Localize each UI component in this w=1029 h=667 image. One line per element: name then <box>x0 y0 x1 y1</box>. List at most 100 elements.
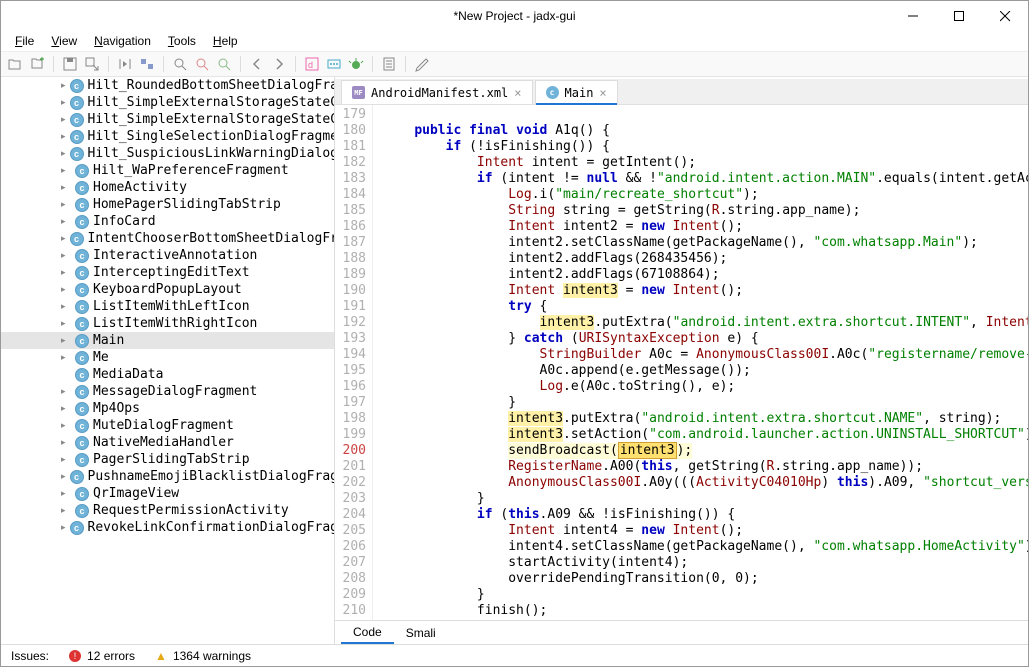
flatten-icon[interactable] <box>139 56 155 72</box>
expand-arrow-icon[interactable]: ▸ <box>61 267 71 278</box>
tree-item[interactable]: ▸cPagerSlidingTabStrip <box>1 451 334 468</box>
tree-item[interactable]: ▸cPushnameEmojiBlacklistDialogFragment <box>1 468 334 485</box>
expand-arrow-icon[interactable]: ▸ <box>61 420 71 431</box>
tree-item[interactable]: ▸cInteractiveAnnotation <box>1 247 334 264</box>
code-line[interactable]: Intent intent3 = new Intent(); <box>383 283 1028 299</box>
tree-item[interactable]: ▸cRequestPermissionActivity <box>1 502 334 519</box>
close-tab-icon[interactable]: × <box>514 86 521 100</box>
code-line[interactable]: } <box>383 619 1028 620</box>
code-line[interactable]: intent4.setClassName(getPackageName(), "… <box>383 539 1028 555</box>
expand-arrow-icon[interactable]: ▸ <box>61 437 71 448</box>
code-line[interactable] <box>383 107 1028 123</box>
tree-item[interactable]: ▸cHomeActivity <box>1 179 334 196</box>
code-line[interactable]: Log.e(A0c.toString(), e); <box>383 379 1028 395</box>
editor-tab[interactable]: cMain× <box>535 80 618 104</box>
open-icon[interactable] <box>7 56 23 72</box>
expand-arrow-icon[interactable]: ▸ <box>61 301 71 312</box>
code-line[interactable]: A0c.append(e.getMessage()); <box>383 363 1028 379</box>
expand-arrow-icon[interactable]: ▸ <box>61 454 71 465</box>
errors-count[interactable]: !12 errors <box>69 649 135 663</box>
settings-icon[interactable] <box>414 56 430 72</box>
code-line[interactable]: public final void A1q() { <box>383 123 1028 139</box>
expand-arrow-icon[interactable]: ▸ <box>61 233 66 244</box>
tree-item[interactable]: ▸cHilt_WaPreferenceFragment <box>1 162 334 179</box>
code-line[interactable]: intent2.addFlags(268435456); <box>383 251 1028 267</box>
expand-arrow-icon[interactable]: ▸ <box>61 505 71 516</box>
save-icon[interactable] <box>62 56 78 72</box>
code-line[interactable]: if (!isFinishing()) { <box>383 139 1028 155</box>
code-line[interactable]: intent3.putExtra("android.intent.extra.s… <box>383 315 1028 331</box>
code-line[interactable]: try { <box>383 299 1028 315</box>
expand-arrow-icon[interactable]: ▸ <box>61 199 71 210</box>
menu-file[interactable]: File <box>7 32 42 50</box>
close-tab-icon[interactable]: × <box>599 86 606 100</box>
search-comment-icon[interactable] <box>216 56 232 72</box>
code-line[interactable]: AnonymousClass00I.A0y(((ActivityC04010Hp… <box>383 475 1028 491</box>
tree-item[interactable]: ▸cIntentChooserBottomSheetDialogFragment <box>1 230 334 247</box>
search-icon[interactable] <box>172 56 188 72</box>
code-line[interactable]: intent3.putExtra("android.intent.extra.s… <box>383 411 1028 427</box>
tree-item[interactable]: ▸cKeyboardPopupLayout <box>1 281 334 298</box>
expand-arrow-icon[interactable]: ▸ <box>61 403 71 414</box>
code-line[interactable]: intent2.setClassName(getPackageName(), "… <box>383 235 1028 251</box>
tree-item[interactable]: ▸cHilt_SimpleExternalStorageStateCallbac… <box>1 94 334 111</box>
bottom-tab-smali[interactable]: Smali <box>394 623 448 643</box>
search-class-icon[interactable] <box>194 56 210 72</box>
tree-item[interactable]: ▸cQrImageView <box>1 485 334 502</box>
expand-arrow-icon[interactable]: ▸ <box>61 148 66 159</box>
bottom-tab-code[interactable]: Code <box>341 622 394 644</box>
tree-item[interactable]: ▸cHilt_RoundedBottomSheetDialogFragment <box>1 77 334 94</box>
menu-tools[interactable]: Tools <box>160 32 204 50</box>
expand-arrow-icon[interactable]: ▸ <box>61 114 66 125</box>
close-button[interactable] <box>982 1 1028 31</box>
code-line[interactable]: intent2.addFlags(67108864); <box>383 267 1028 283</box>
tree-item[interactable]: ▸cMuteDialogFragment <box>1 417 334 434</box>
expand-arrow-icon[interactable]: ▸ <box>61 216 71 227</box>
expand-arrow-icon[interactable]: ▸ <box>61 250 71 261</box>
code-line[interactable]: String string = getString(R.string.app_n… <box>383 203 1028 219</box>
quark-icon[interactable] <box>326 56 342 72</box>
tree-item[interactable]: ▸cNativeMediaHandler <box>1 434 334 451</box>
menu-navigation[interactable]: Navigation <box>86 32 159 50</box>
tree-item[interactable]: ▸cInfoCard <box>1 213 334 230</box>
tree-item[interactable]: ▸cMp4Ops <box>1 400 334 417</box>
log-icon[interactable] <box>381 56 397 72</box>
code-line[interactable]: StringBuilder A0c = AnonymousClass00I.A0… <box>383 347 1028 363</box>
tree-item[interactable]: ▸cMe <box>1 349 334 366</box>
debug-icon[interactable] <box>348 56 364 72</box>
tree-item[interactable]: cMediaData <box>1 366 334 383</box>
expand-arrow-icon[interactable]: ▸ <box>61 97 66 108</box>
tree-item[interactable]: ▸cHilt_SingleSelectionDialogFragment <box>1 128 334 145</box>
export-icon[interactable] <box>84 56 100 72</box>
warnings-count[interactable]: ▲1364 warnings <box>155 649 251 663</box>
expand-arrow-icon[interactable]: ▸ <box>61 131 66 142</box>
tree-item[interactable]: ▸cHilt_SuspiciousLinkWarningDialogFragme… <box>1 145 334 162</box>
add-files-icon[interactable] <box>29 56 45 72</box>
code-line[interactable]: } <box>383 587 1028 603</box>
tree-item[interactable]: ▸cListItemWithRightIcon <box>1 315 334 332</box>
tree-item[interactable]: ▸cInterceptingEditText <box>1 264 334 281</box>
expand-arrow-icon[interactable]: ▸ <box>61 284 71 295</box>
code-line[interactable]: } <box>383 395 1028 411</box>
code-line[interactable]: Intent intent = getIntent(); <box>383 155 1028 171</box>
expand-arrow-icon[interactable]: ▸ <box>61 352 71 363</box>
code-line[interactable]: Intent intent2 = new Intent(); <box>383 219 1028 235</box>
expand-arrow-icon[interactable]: ▸ <box>61 522 66 533</box>
code-line[interactable]: RegisterName.A00(this, getString(R.strin… <box>383 459 1028 475</box>
expand-arrow-icon[interactable]: ▸ <box>61 182 71 193</box>
expand-arrow-icon[interactable]: ▸ <box>61 471 66 482</box>
code-line[interactable]: overridePendingTransition(0, 0); <box>383 571 1028 587</box>
code-line[interactable]: finish(); <box>383 603 1028 619</box>
expand-arrow-icon[interactable]: ▸ <box>61 80 66 91</box>
deobf-icon[interactable]: d <box>304 56 320 72</box>
code-line[interactable]: intent3.setAction("com.android.launcher.… <box>383 427 1028 443</box>
tree-item[interactable]: ▸cHomePagerSlidingTabStrip <box>1 196 334 213</box>
forward-icon[interactable] <box>271 56 287 72</box>
expand-arrow-icon[interactable]: ▸ <box>61 488 71 499</box>
code-line[interactable]: } <box>383 491 1028 507</box>
tree-item[interactable]: ▸cListItemWithLeftIcon <box>1 298 334 315</box>
editor-tab[interactable]: MFAndroidManifest.xml× <box>341 80 533 104</box>
expand-arrow-icon[interactable]: ▸ <box>61 335 71 346</box>
code-line[interactable]: } catch (URISyntaxException e) { <box>383 331 1028 347</box>
tree-item[interactable]: ▸cMain <box>1 332 334 349</box>
